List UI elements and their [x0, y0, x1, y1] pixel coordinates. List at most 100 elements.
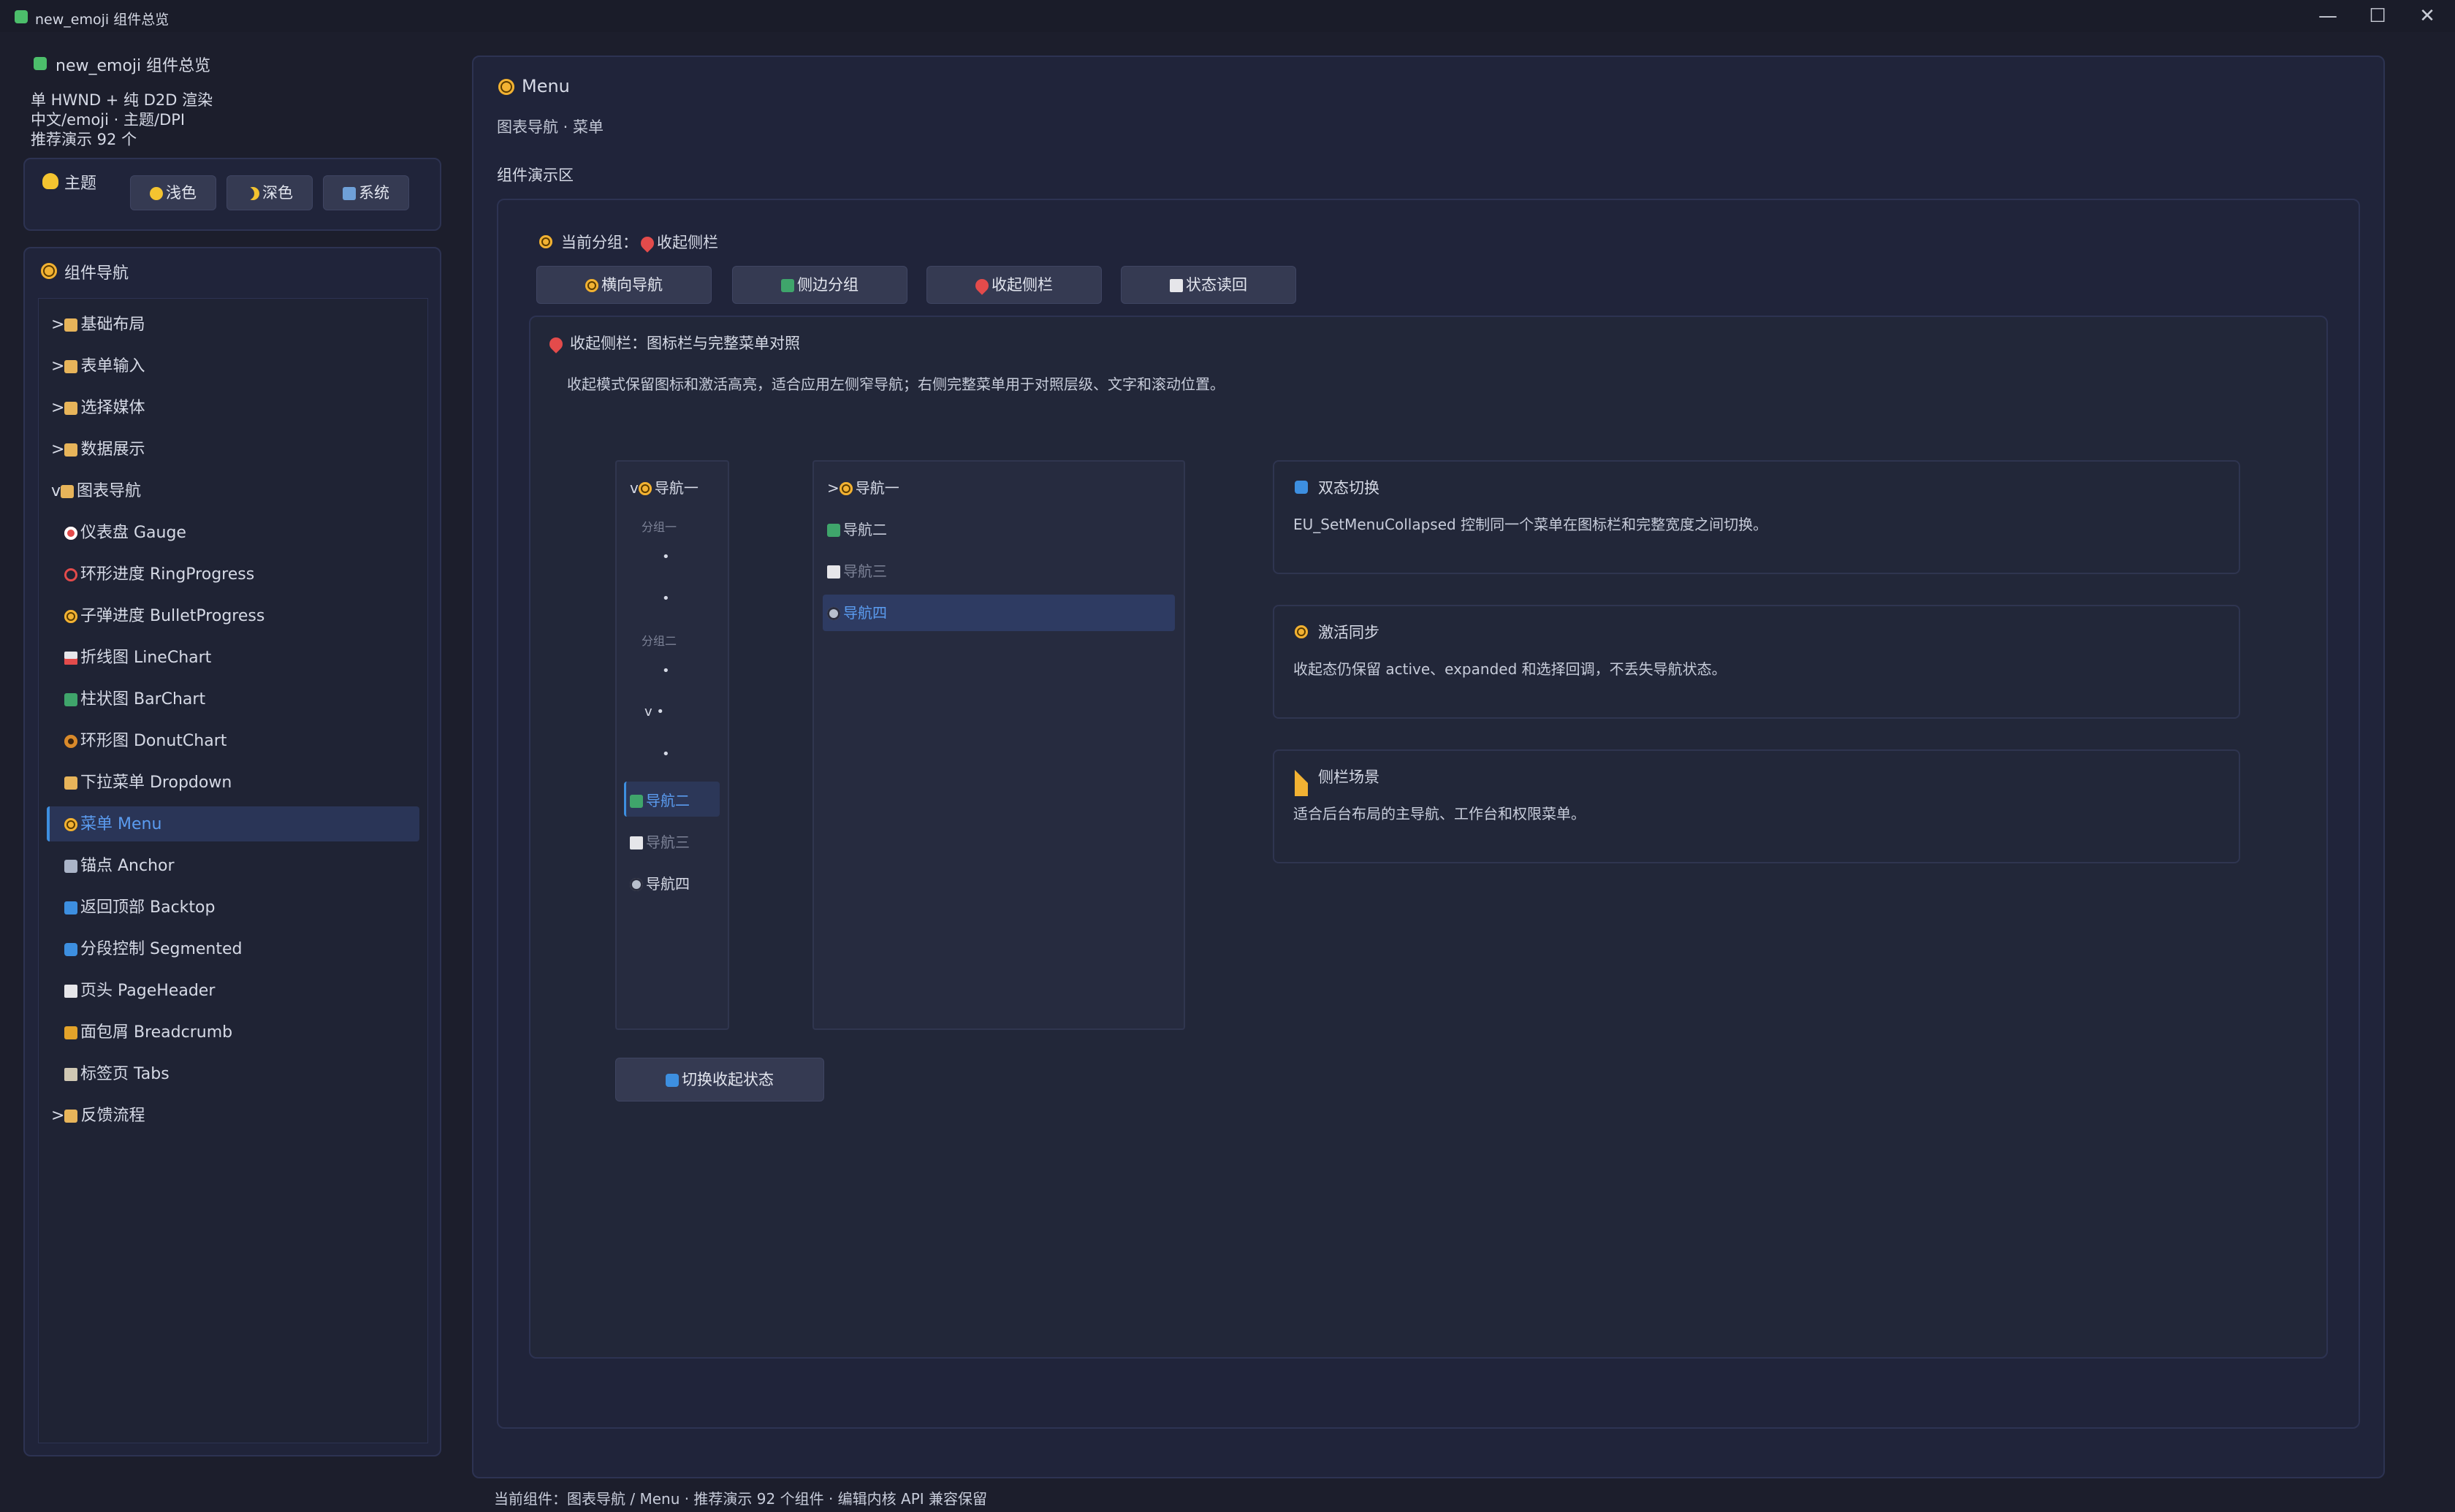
folder-icon — [64, 402, 78, 415]
moon-icon — [246, 187, 259, 200]
current-group-prefix: 当前分组： — [561, 234, 638, 251]
collapsed-menu-item-1[interactable]: v 导航一 — [630, 476, 699, 497]
clock-icon — [638, 482, 652, 495]
button-label: 系统 — [359, 184, 389, 202]
toggle-collapse-button[interactable]: 切换收起状态 — [615, 1058, 824, 1101]
full-menu-item-2[interactable]: 导航二 — [827, 518, 887, 539]
collapsed-group-1: 分组一 — [642, 520, 677, 534]
folder-icon — [64, 318, 78, 332]
nav-item-anchor[interactable]: 锚点 Anchor — [64, 845, 175, 887]
collapsed-sub-item[interactable]: • — [662, 747, 670, 762]
nav-title: 组件导航 — [64, 264, 129, 283]
current-group: 当前分组： 收起侧栏 — [561, 231, 718, 253]
close-button[interactable]: ✕ — [2402, 0, 2452, 32]
button-label: 切换收起状态 — [682, 1071, 774, 1088]
current-group-value: 收起侧栏 — [657, 234, 718, 251]
info-line: 推荐演示 92 个 — [31, 131, 137, 148]
nav-item-bar-chart[interactable]: 柱状图 BarChart — [64, 679, 205, 720]
demo-area-label: 组件演示区 — [497, 167, 574, 184]
segmented-icon — [64, 943, 77, 956]
nav-group-data-display[interactable]: > 数据展示 — [51, 429, 145, 470]
clock-icon — [64, 818, 77, 831]
nav-group-label: 反馈流程 — [80, 1107, 145, 1125]
tab-label: 收起侧栏 — [991, 276, 1053, 294]
info-line: 单 HWND + 纯 D2D 渲染 — [31, 91, 213, 109]
clock-icon — [585, 279, 598, 292]
nav-item-backtop[interactable]: 返回顶部 Backtop — [64, 887, 215, 928]
pushpin-icon — [638, 234, 657, 253]
menu-item-label: 导航三 — [646, 833, 690, 851]
nav-item-breadcrumb[interactable]: 面包屑 Breadcrumb — [64, 1012, 232, 1053]
card-title: 双态切换 — [1318, 479, 1379, 497]
full-menu-item-1[interactable]: > 导航一 — [827, 476, 899, 497]
expand-toggle: > — [51, 357, 65, 375]
tab-horizontal-nav[interactable]: 横向导航 — [536, 266, 712, 304]
nav-item-tabs[interactable]: 标签页 Tabs — [64, 1053, 170, 1095]
nav-item-label: 锚点 Anchor — [80, 857, 175, 875]
gear-icon — [827, 607, 840, 620]
expand-toggle: > — [51, 399, 65, 417]
clock-icon — [539, 235, 552, 248]
nav-item-segmented[interactable]: 分段控制 Segmented — [64, 928, 243, 970]
nav-group-basic-layout[interactable]: > 基础布局 — [51, 304, 145, 345]
layout-icon — [781, 279, 794, 292]
nav-item-line-chart[interactable]: 折线图 LineChart — [64, 637, 211, 679]
collapsed-menu — [615, 460, 729, 1030]
tab-state-readback[interactable]: 状态读回 — [1121, 266, 1296, 304]
page-subtitle: 图表导航 · 菜单 — [497, 118, 604, 136]
clock-icon — [839, 482, 853, 495]
bar-chart-icon — [827, 524, 840, 537]
minimize-button[interactable]: — — [2303, 0, 2353, 32]
nav-item-menu[interactable]: 菜单 Menu — [64, 803, 161, 845]
info-card-active-sync: 激活同步 收起态仍保留 active、expanded 和选择回调，不丢失导航状… — [1273, 605, 2240, 719]
tab-side-group[interactable]: 侧边分组 — [732, 266, 907, 304]
expand-toggle: > — [51, 316, 65, 334]
system-theme-button[interactable]: 系统 — [323, 175, 409, 210]
nav-item-donut-chart[interactable]: 环形图 DonutChart — [64, 720, 227, 762]
swap-icon — [1295, 481, 1308, 494]
folder-icon — [64, 1110, 78, 1123]
nav-item-label: 菜单 Menu — [80, 815, 162, 833]
window-title: new_emoji 组件总览 — [35, 12, 170, 28]
section-description: 收起模式保留图标和激活高亮，适合应用左侧窄导航；右侧完整菜单用于对照层级、文字和… — [567, 375, 1225, 393]
gear-icon — [630, 878, 643, 891]
collapsed-menu-item-2[interactable]: 导航二 — [630, 789, 690, 810]
full-menu-item-4[interactable]: 导航四 — [827, 601, 887, 622]
nav-item-bullet-progress[interactable]: 子弹进度 BulletProgress — [64, 595, 264, 637]
nav-group-select-media[interactable]: > 选择媒体 — [51, 387, 145, 429]
nav-group-feedback[interactable]: > 反馈流程 — [51, 1095, 145, 1137]
collapsed-sub-item[interactable]: • — [662, 663, 670, 679]
collapsed-sub-item[interactable]: • — [662, 549, 670, 565]
nav-group-form-input[interactable]: > 表单输入 — [51, 345, 145, 387]
tabs-icon — [64, 1068, 77, 1081]
nav-item-page-header[interactable]: 页头 PageHeader — [64, 970, 215, 1012]
menu-item-label: 导航一 — [855, 479, 899, 497]
expand-toggle: > — [51, 440, 65, 459]
light-theme-button[interactable]: 浅色 — [130, 175, 216, 210]
nav-group-chart-nav[interactable]: v 图表导航 — [51, 470, 141, 512]
dark-theme-button[interactable]: 深色 — [227, 175, 313, 210]
nav-group-label: 表单输入 — [80, 357, 145, 375]
expand-toggle: v — [51, 482, 61, 500]
folder-icon — [64, 360, 78, 373]
collapsed-sub-item[interactable]: • — [662, 591, 670, 606]
tab-collapse-sidebar[interactable]: 收起侧栏 — [926, 266, 1102, 304]
card-title: 侧栏场景 — [1318, 768, 1379, 786]
clock-icon — [64, 610, 77, 623]
full-menu-item-3: 导航三 — [827, 560, 887, 581]
collapsed-group-2: 分组二 — [642, 634, 677, 648]
nav-item-ring-progress[interactable]: 环形进度 RingProgress — [64, 554, 254, 595]
menu-item-label: 导航四 — [646, 875, 690, 893]
theme-label: 主题 — [64, 175, 97, 193]
ruler-icon — [1295, 770, 1321, 796]
nav-item-gauge[interactable]: 仪表盘 Gauge — [64, 512, 186, 554]
collapsed-submenu[interactable]: v • — [644, 704, 664, 719]
expand-toggle: v — [644, 704, 652, 719]
nav-item-dropdown[interactable]: 下拉菜单 Dropdown — [64, 762, 232, 803]
nav-group-label: 基础布局 — [80, 316, 145, 334]
page-icon — [64, 985, 77, 998]
ring-icon — [64, 568, 77, 581]
breadcrumb-icon — [64, 1026, 77, 1039]
collapsed-menu-item-4[interactable]: 导航四 — [630, 872, 690, 893]
maximize-button[interactable]: ☐ — [2353, 0, 2402, 32]
